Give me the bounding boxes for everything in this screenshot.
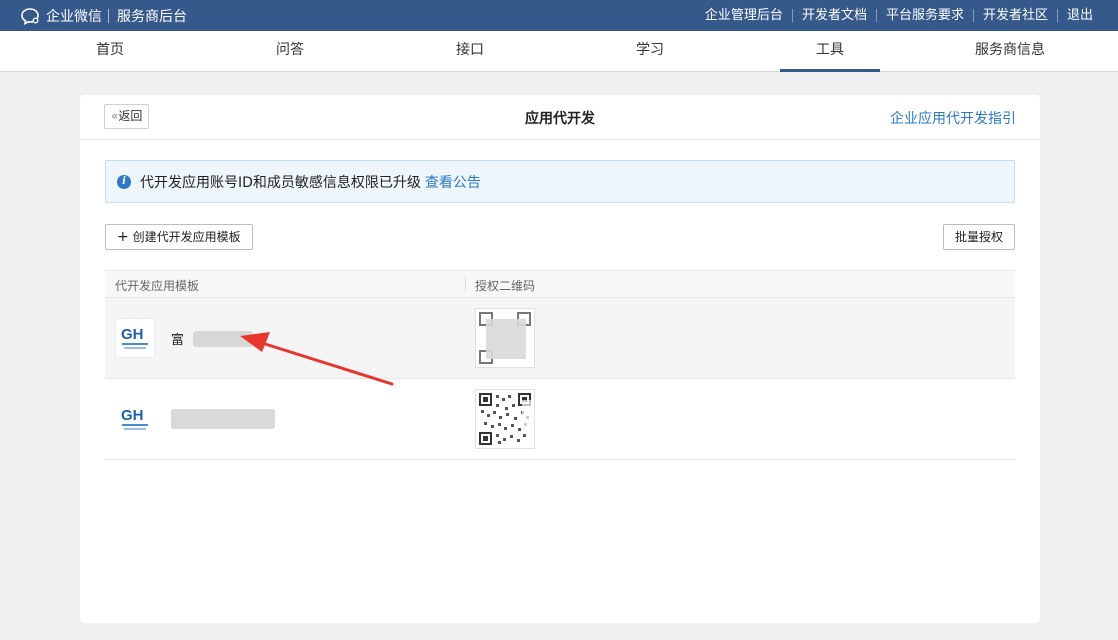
logo-icon: GH — [115, 399, 155, 439]
create-template-button[interactable]: + 创建代开发应用模板 — [105, 224, 253, 250]
link-admin-console[interactable]: 企业管理后台 — [696, 9, 792, 22]
link-developer-docs[interactable]: 开发者文档 — [791, 9, 876, 22]
table-row[interactable]: GH 富 — [105, 298, 1015, 379]
plus-icon: + — [117, 229, 129, 245]
redacted-name — [171, 409, 275, 429]
tab-provider-info[interactable]: 服务商信息 — [960, 31, 1060, 72]
column-header-qr: 授权二维码 — [475, 279, 536, 293]
main-nav: 首页 问答 接口 学习 工具 服务商信息 — [0, 31, 1118, 72]
redacted-name — [193, 331, 253, 347]
notice-banner: i 代开发应用账号ID和成员敏感信息权限已升级 查看公告 — [105, 160, 1015, 203]
brand[interactable]: 企业微信 — [20, 6, 102, 26]
guide-link[interactable]: 企业应用代开发指引 — [890, 108, 1016, 128]
notice-link[interactable]: 查看公告 — [425, 172, 481, 192]
create-template-label: 创建代开发应用模板 — [132, 230, 241, 244]
link-logout[interactable]: 退出 — [1056, 9, 1102, 22]
table-header: 代开发应用模板 授权二维码 — [105, 270, 1015, 298]
table-row[interactable]: GH — [105, 379, 1015, 460]
app-name: 富 — [171, 333, 185, 348]
top-bar: 企业微信 服务商后台 企业管理后台 开发者文档 平台服务要求 开发者社区 退出 — [0, 0, 1118, 31]
brand-divider — [108, 8, 109, 23]
brand-name: 企业微信 — [46, 8, 102, 25]
notice-text: 代开发应用账号ID和成员敏感信息权限已升级 — [140, 174, 421, 191]
qr-code-icon[interactable] — [475, 389, 535, 449]
chat-bubble-icon — [21, 7, 39, 25]
top-links: 企业管理后台 开发者文档 平台服务要求 开发者社区 退出 — [696, 0, 1102, 31]
batch-authorize-button[interactable]: 批量授权 — [942, 224, 1015, 250]
qr-code-icon[interactable] — [475, 308, 535, 368]
logo-icon: GH — [115, 318, 155, 358]
tab-home[interactable]: 首页 — [60, 31, 160, 72]
template-table: 代开发应用模板 授权二维码 GH 富 GH — [105, 270, 1015, 460]
column-header-template: 代开发应用模板 — [115, 279, 200, 293]
link-developer-community[interactable]: 开发者社区 — [972, 9, 1057, 22]
column-divider — [465, 277, 466, 292]
link-platform-requirements[interactable]: 平台服务要求 — [875, 9, 973, 22]
content-card: «返回 应用代开发 企业应用代开发指引 i 代开发应用账号ID和成员敏感信息权限… — [80, 95, 1040, 623]
tab-api[interactable]: 接口 — [420, 31, 520, 72]
tab-qa[interactable]: 问答 — [240, 31, 340, 72]
tab-learn[interactable]: 学习 — [600, 31, 700, 72]
tab-tools[interactable]: 工具 — [780, 31, 880, 72]
card-header: «返回 应用代开发 企业应用代开发指引 — [80, 95, 1040, 140]
svg-text:GH: GH — [121, 407, 144, 424]
info-icon: i — [117, 174, 131, 189]
svg-text:GH: GH — [121, 326, 144, 343]
brand-subtitle: 服务商后台 — [117, 8, 187, 25]
